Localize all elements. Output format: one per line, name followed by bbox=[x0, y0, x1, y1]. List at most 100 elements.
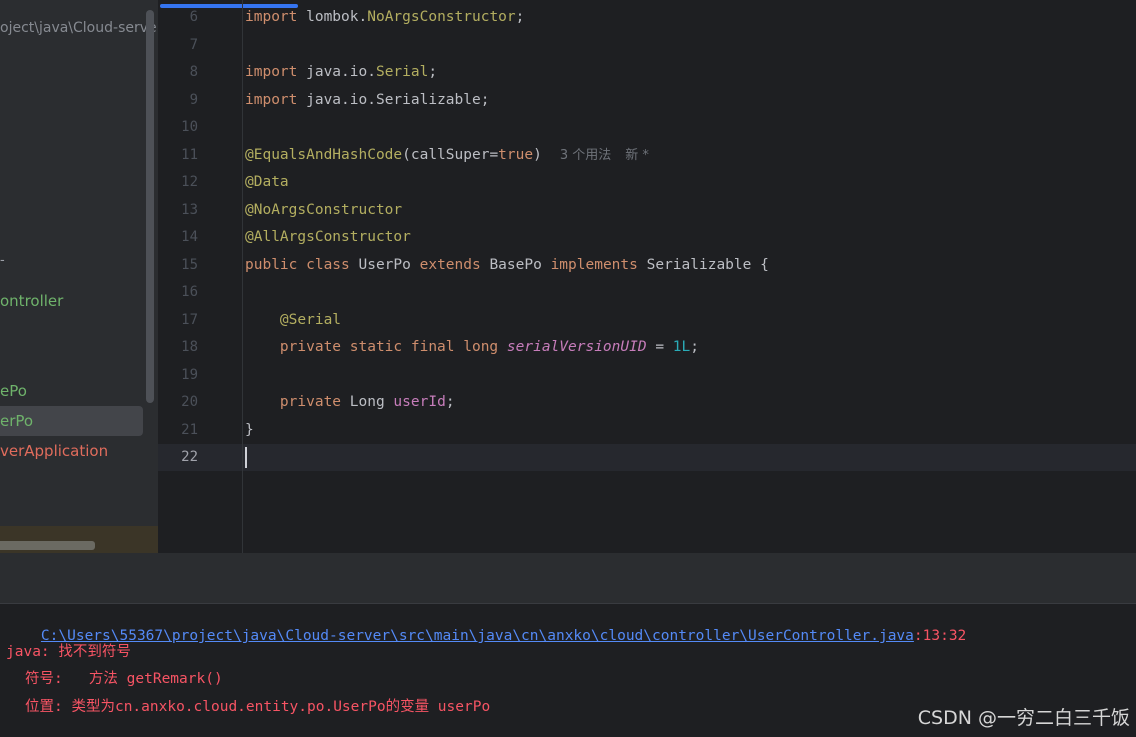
code-line[interactable]: 6 import lombok.NoArgsConstructor; bbox=[158, 4, 1136, 32]
tree-item-server-application[interactable]: verApplication bbox=[0, 436, 108, 466]
code-line[interactable]: 16 bbox=[158, 279, 1136, 307]
tree-item-controller[interactable]: ontroller bbox=[0, 286, 63, 316]
code-line[interactable]: 9 import java.io.Serializable; bbox=[158, 87, 1136, 115]
line-number: 10 bbox=[181, 119, 198, 135]
line-number: 22 bbox=[181, 449, 198, 465]
code-token: lombok. bbox=[297, 9, 368, 25]
code-text[interactable]: @EqualsAndHashCode(callSuper=true) 3 个用法新… bbox=[245, 142, 649, 170]
code-token: ; bbox=[428, 64, 438, 80]
error-symbol-location: 位置: 类型为cn.anxko.cloud.entity.po.UserPo的变… bbox=[25, 699, 491, 715]
line-number: 15 bbox=[181, 256, 198, 273]
error-file-link[interactable]: C:\Users\55367\project\java\Cloud-server… bbox=[41, 628, 914, 644]
code-lines[interactable]: 6 import lombok.NoArgsConstructor; 7 8 impor… bbox=[158, 4, 1136, 472]
code-token: UserPo bbox=[349, 256, 420, 273]
inlay-hint[interactable]: 3 个用法 bbox=[560, 148, 611, 163]
code-token: Serial bbox=[375, 64, 429, 80]
project-path-label: oject\java\Cloud-serve bbox=[0, 20, 157, 36]
error-message: java: 找不到符号 bbox=[6, 644, 131, 660]
code-text[interactable]: public class UserPo extends BasePo imple… bbox=[245, 252, 769, 280]
code-token: java.io. bbox=[297, 64, 376, 80]
code-token: java.io.Serializable; bbox=[297, 91, 490, 108]
code-text[interactable]: private Long userId; bbox=[245, 389, 455, 417]
code-token: @AllArgsConstructor bbox=[245, 229, 411, 245]
tree-item-userpo-selected[interactable]: erPo bbox=[0, 406, 143, 436]
code-token: public class bbox=[245, 256, 350, 273]
code-text[interactable]: @Data bbox=[245, 169, 289, 197]
code-line[interactable]: 11 @EqualsAndHashCode(callSuper=true) 3 个用… bbox=[158, 142, 1136, 170]
code-line[interactable]: 21} bbox=[158, 417, 1136, 445]
code-token: Long bbox=[341, 394, 394, 410]
line-number: 17 bbox=[181, 311, 198, 328]
code-text[interactable]: } bbox=[245, 417, 254, 445]
code-token: serialVersionUID bbox=[506, 339, 647, 355]
code-token: (callSuper= bbox=[402, 146, 499, 163]
project-tree-panel: oject\java\Cloud-serve - ontroller ePo e… bbox=[0, 0, 158, 553]
error-location-line: C:\Users\55367\project\java\Cloud-server… bbox=[6, 612, 966, 660]
inlay-hint[interactable]: 新 * bbox=[625, 148, 649, 163]
code-token: ; bbox=[690, 339, 699, 355]
line-number: 7 bbox=[189, 36, 198, 53]
code-text[interactable]: private static final long serialVersionU… bbox=[245, 334, 699, 362]
tree-vertical-scrollbar[interactable] bbox=[146, 10, 154, 403]
line-number: 21 bbox=[181, 421, 198, 438]
tree-item-basepo[interactable]: ePo bbox=[0, 376, 27, 406]
code-token: BasePo bbox=[480, 256, 551, 273]
line-number: 9 bbox=[189, 91, 198, 108]
csdn-watermark: CSDN @一穷二白三千饭 bbox=[917, 707, 1130, 729]
line-number: 14 bbox=[181, 229, 198, 245]
code-token: private bbox=[279, 394, 342, 410]
code-token: @NoArgsConstructor bbox=[245, 201, 403, 218]
code-line[interactable]: 20 private Long userId; bbox=[158, 389, 1136, 417]
code-token: ; bbox=[445, 394, 455, 410]
code-text[interactable]: import lombok.NoArgsConstructor; bbox=[245, 4, 524, 32]
error-position: :13:32 bbox=[913, 628, 967, 644]
code-token: extends bbox=[419, 256, 481, 273]
tree-horizontal-scrollbar[interactable] bbox=[0, 541, 95, 550]
tree-expander[interactable]: - bbox=[0, 253, 5, 268]
code-line[interactable]: 13 @NoArgsConstructor bbox=[158, 197, 1136, 225]
error-symbol: 符号: 方法 getRemark() bbox=[25, 671, 223, 687]
code-token: = bbox=[646, 339, 673, 355]
code-token: 1L bbox=[672, 339, 691, 355]
code-token: Serializable { bbox=[637, 256, 769, 273]
code-token: import bbox=[245, 64, 298, 80]
code-line[interactable]: 15 public class UserPo extends BasePo imp… bbox=[158, 252, 1136, 280]
code-token: @EqualsAndHashCode bbox=[245, 146, 403, 163]
text-caret bbox=[245, 446, 247, 468]
code-line[interactable]: 18 private static final long serialVersi… bbox=[158, 334, 1136, 362]
code-line[interactable]: 22 bbox=[158, 444, 1136, 472]
line-number: 12 bbox=[181, 174, 198, 190]
line-number: 8 bbox=[189, 64, 198, 80]
code-token: ) bbox=[533, 146, 542, 163]
code-text[interactable]: @AllArgsConstructor bbox=[245, 224, 411, 252]
code-line[interactable]: 8 import java.io.Serial; bbox=[158, 59, 1136, 87]
code-line[interactable]: 17 @Serial bbox=[158, 307, 1136, 335]
code-token: import bbox=[245, 9, 298, 25]
line-number: 16 bbox=[181, 284, 198, 300]
line-number: 6 bbox=[189, 9, 198, 25]
code-editor[interactable]: 6 import lombok.NoArgsConstructor; 7 8 impor… bbox=[158, 0, 1136, 553]
code-text[interactable]: import java.io.Serializable; bbox=[245, 87, 489, 115]
code-text[interactable]: @Serial bbox=[245, 307, 341, 335]
line-number: 13 bbox=[181, 201, 198, 218]
code-token: @Serial bbox=[279, 311, 342, 328]
code-token: true bbox=[498, 146, 534, 163]
code-line[interactable]: 14 @AllArgsConstructor bbox=[158, 224, 1136, 252]
code-token: } bbox=[245, 421, 254, 438]
code-text[interactable]: @NoArgsConstructor bbox=[245, 197, 402, 225]
line-number: 18 bbox=[181, 339, 198, 355]
code-line[interactable]: 10 bbox=[158, 114, 1136, 142]
code-text[interactable]: import java.io.Serial; bbox=[245, 59, 437, 87]
code-line[interactable]: 19 bbox=[158, 362, 1136, 390]
code-token: userId bbox=[393, 394, 446, 410]
code-line[interactable]: 12 @Data bbox=[158, 169, 1136, 197]
code-token: private static final long bbox=[279, 339, 499, 355]
code-token: @Data bbox=[245, 174, 289, 190]
line-number: 11 bbox=[181, 146, 198, 163]
code-text[interactable] bbox=[245, 444, 247, 472]
code-line[interactable]: 7 bbox=[158, 32, 1136, 60]
code-token: implements bbox=[550, 256, 638, 273]
